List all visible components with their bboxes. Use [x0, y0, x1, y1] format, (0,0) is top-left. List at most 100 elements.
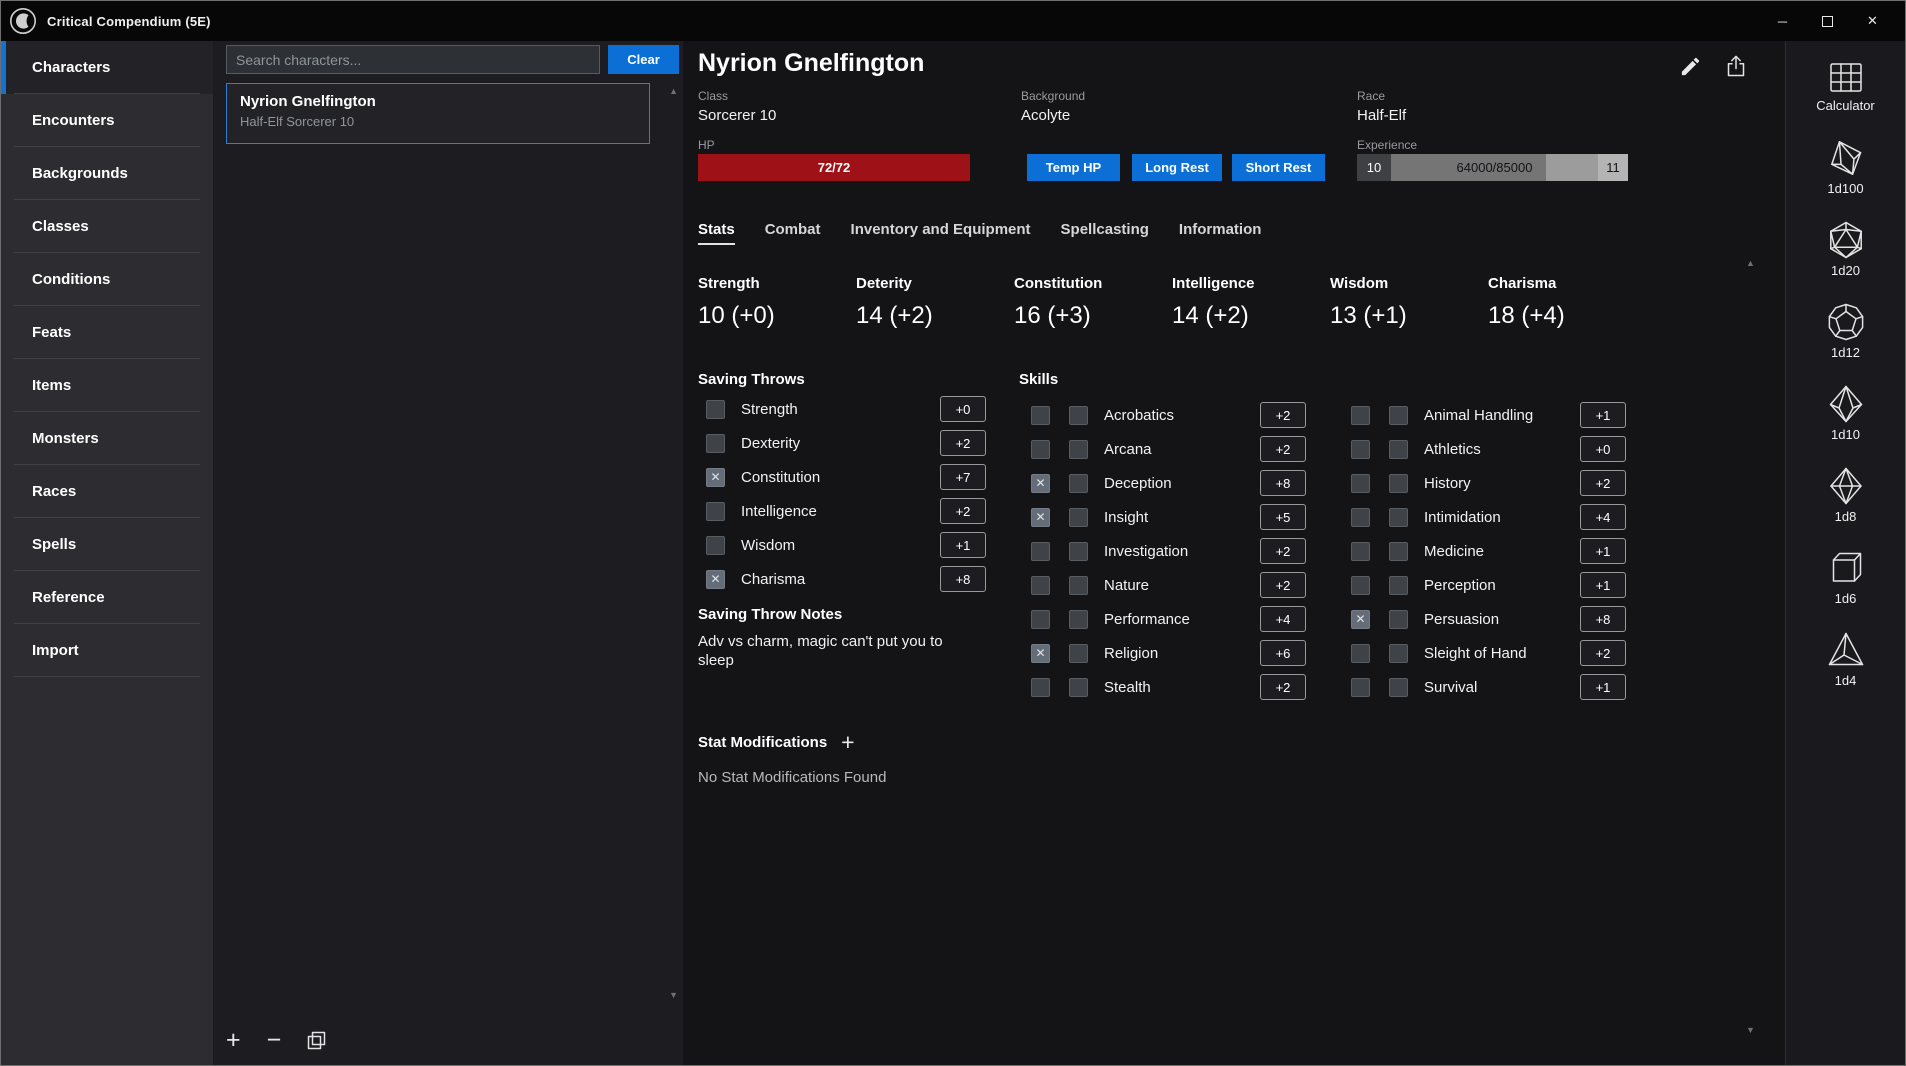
saving-throw-checkbox[interactable]	[706, 502, 725, 521]
tab-spellcasting[interactable]: Spellcasting	[1061, 221, 1149, 245]
remove-character-button[interactable]: −	[267, 1029, 282, 1051]
skill-expertise-checkbox[interactable]	[1069, 678, 1088, 697]
sidebar-item-characters[interactable]: Characters	[1, 41, 213, 94]
skill-row: Nature +2	[1019, 572, 1306, 598]
dice-1d12-button[interactable]: 1d12	[1826, 302, 1866, 384]
sheet-scroll-up-icon[interactable]: ▲	[1746, 259, 1755, 268]
skill-expertise-checkbox[interactable]	[1069, 542, 1088, 561]
sidebar-item-backgrounds[interactable]: Backgrounds	[1, 147, 213, 200]
long-rest-button[interactable]: Long Rest	[1132, 154, 1222, 181]
temp-hp-button[interactable]: Temp HP	[1027, 154, 1120, 181]
sidebar-item-conditions[interactable]: Conditions	[1, 253, 213, 306]
skill-expertise-checkbox[interactable]	[1069, 644, 1088, 663]
skill-proficiency-checkbox[interactable]	[1351, 542, 1370, 561]
dice-1d4-button[interactable]: 1d4	[1826, 630, 1866, 712]
sidebar-item-items[interactable]: Items	[1, 359, 213, 412]
sheet-scroll-down-icon[interactable]: ▼	[1746, 1026, 1755, 1035]
skill-proficiency-checkbox[interactable]	[1351, 406, 1370, 425]
skill-expertise-checkbox[interactable]	[1069, 508, 1088, 527]
sidebar-item-classes[interactable]: Classes	[1, 200, 213, 253]
skill-proficiency-checkbox[interactable]	[1351, 610, 1370, 629]
add-stat-modification-button[interactable]: +	[841, 733, 854, 751]
skill-row: Intimidation +4	[1339, 504, 1626, 530]
close-button[interactable]: ✕	[1850, 1, 1895, 41]
tab-combat[interactable]: Combat	[765, 221, 821, 245]
sidebar-item-import[interactable]: Import	[1, 624, 213, 677]
background-field: Background Acolyte	[1021, 89, 1085, 124]
clear-search-button[interactable]: Clear	[608, 45, 679, 74]
add-character-button[interactable]: +	[226, 1029, 241, 1051]
hp-bar[interactable]: 72/72	[698, 154, 970, 181]
calculator-button[interactable]: Calculator	[1816, 61, 1875, 113]
skill-proficiency-checkbox[interactable]	[1031, 644, 1050, 663]
dice-1d8-button[interactable]: 1d8	[1826, 466, 1866, 548]
sidebar-item-spells[interactable]: Spells	[1, 518, 213, 571]
skill-expertise-checkbox[interactable]	[1389, 542, 1408, 561]
share-export-button[interactable]	[1723, 53, 1749, 79]
saving-throw-checkbox[interactable]	[706, 570, 725, 589]
edit-character-button[interactable]	[1677, 53, 1703, 79]
skill-proficiency-checkbox[interactable]	[1031, 678, 1050, 697]
saving-throw-label: Charisma	[741, 571, 805, 588]
skill-proficiency-checkbox[interactable]	[1351, 576, 1370, 595]
skill-proficiency-checkbox[interactable]	[1031, 610, 1050, 629]
skill-proficiency-checkbox[interactable]	[1031, 542, 1050, 561]
saving-throw-checkbox[interactable]	[706, 434, 725, 453]
skill-expertise-checkbox[interactable]	[1389, 474, 1408, 493]
skill-proficiency-checkbox[interactable]	[1031, 508, 1050, 527]
sidebar-item-feats[interactable]: Feats	[1, 306, 213, 359]
experience-bar[interactable]: 10 64000/85000 11	[1357, 154, 1628, 181]
tab-stats[interactable]: Stats	[698, 221, 735, 245]
skill-row: Investigation +2	[1019, 538, 1306, 564]
skill-expertise-checkbox[interactable]	[1389, 678, 1408, 697]
duplicate-character-button[interactable]	[307, 1031, 326, 1050]
saving-throw-checkbox[interactable]	[706, 400, 725, 419]
dice-1d100-button[interactable]: 1d100	[1826, 138, 1866, 220]
saving-throw-notes[interactable]: Adv vs charm, magic can't put you to sle…	[698, 632, 943, 670]
skill-proficiency-checkbox[interactable]	[1031, 406, 1050, 425]
minimize-button[interactable]: ─	[1760, 1, 1805, 41]
skill-expertise-checkbox[interactable]	[1389, 644, 1408, 663]
skill-proficiency-checkbox[interactable]	[1351, 508, 1370, 527]
sidebar-item-monsters[interactable]: Monsters	[1, 412, 213, 465]
dice-1d20-button[interactable]: 1d20	[1826, 220, 1866, 302]
saving-throw-checkbox[interactable]	[706, 468, 725, 487]
skill-proficiency-checkbox[interactable]	[1351, 678, 1370, 697]
sidebar-item-encounters[interactable]: Encounters	[1, 94, 213, 147]
sidebar-item-races[interactable]: Races	[1, 465, 213, 518]
character-list-item[interactable]: Nyrion Gnelfington Half-Elf Sorcerer 10	[226, 83, 650, 144]
skill-proficiency-checkbox[interactable]	[1351, 440, 1370, 459]
dice-1d10-button[interactable]: 1d10	[1826, 384, 1866, 466]
skill-expertise-checkbox[interactable]	[1389, 406, 1408, 425]
skill-expertise-checkbox[interactable]	[1069, 474, 1088, 493]
skill-modifier: +2	[1260, 538, 1306, 564]
skill-expertise-checkbox[interactable]	[1389, 610, 1408, 629]
skill-proficiency-checkbox[interactable]	[1031, 440, 1050, 459]
skill-expertise-checkbox[interactable]	[1069, 576, 1088, 595]
saving-throws-section: Saving Throws Strength +0 Dexterity +2	[698, 371, 986, 670]
ability-wisdom: Wisdom 13 (+1)	[1330, 275, 1488, 330]
sidebar-item-reference[interactable]: Reference	[1, 571, 213, 624]
skill-expertise-checkbox[interactable]	[1389, 440, 1408, 459]
dice-1d6-button[interactable]: 1d6	[1826, 548, 1866, 630]
tab-information[interactable]: Information	[1179, 221, 1262, 245]
saving-throw-checkbox[interactable]	[706, 536, 725, 555]
skill-proficiency-checkbox[interactable]	[1031, 474, 1050, 493]
tab-inventory-and-equipment[interactable]: Inventory and Equipment	[851, 221, 1031, 245]
skill-expertise-checkbox[interactable]	[1389, 576, 1408, 595]
skill-expertise-checkbox[interactable]	[1389, 508, 1408, 527]
skill-proficiency-checkbox[interactable]	[1351, 474, 1370, 493]
skill-row: Sleight of Hand +2	[1339, 640, 1626, 666]
list-scroll-down-icon[interactable]: ▼	[669, 991, 678, 1000]
list-scroll-up-icon[interactable]: ▲	[669, 87, 678, 96]
short-rest-button[interactable]: Short Rest	[1232, 154, 1325, 181]
skill-expertise-checkbox[interactable]	[1069, 440, 1088, 459]
share-icon	[1724, 54, 1748, 78]
dice-label: 1d10	[1831, 427, 1860, 442]
skill-proficiency-checkbox[interactable]	[1351, 644, 1370, 663]
maximize-button[interactable]	[1805, 1, 1850, 41]
skill-expertise-checkbox[interactable]	[1069, 406, 1088, 425]
search-input[interactable]	[226, 45, 600, 74]
skill-expertise-checkbox[interactable]	[1069, 610, 1088, 629]
skill-proficiency-checkbox[interactable]	[1031, 576, 1050, 595]
